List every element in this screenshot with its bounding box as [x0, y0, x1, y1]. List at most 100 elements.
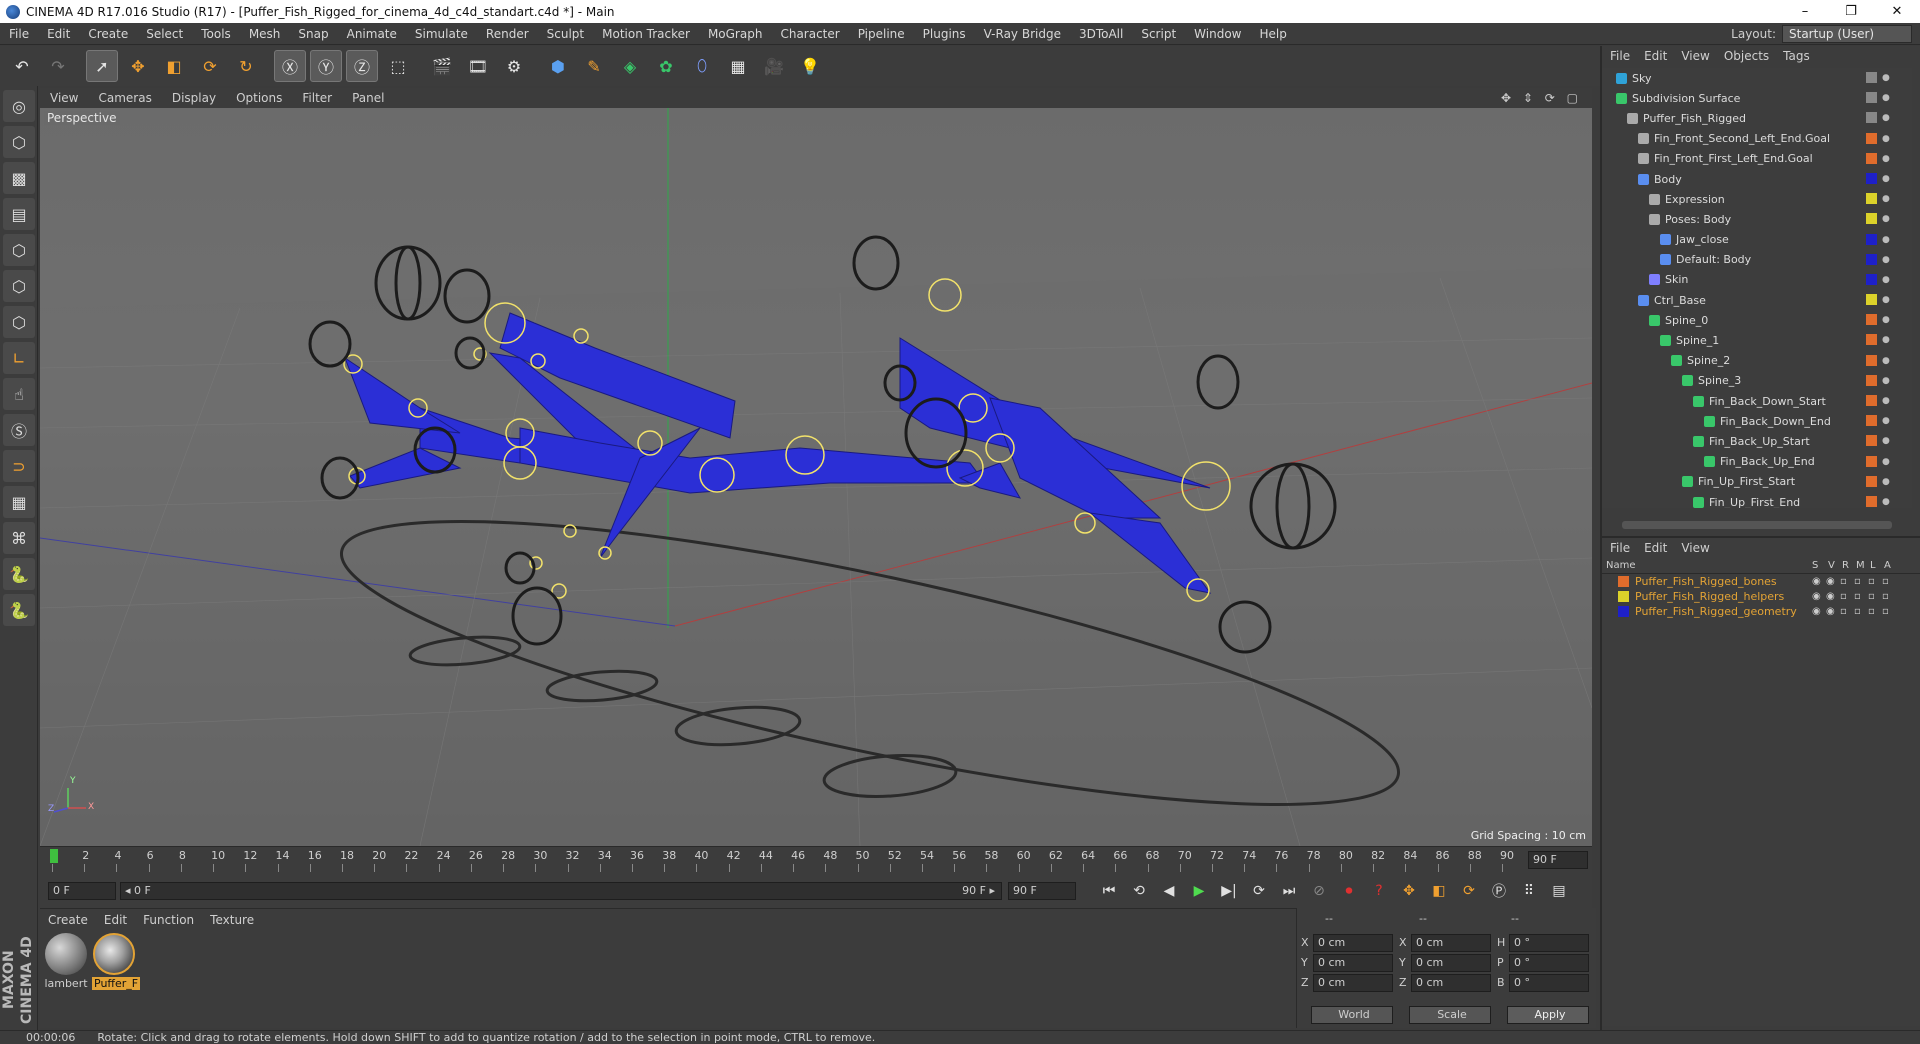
object-row-body[interactable]: Body ●	[1602, 169, 1912, 189]
object-row-default-body[interactable]: Default: Body ●	[1602, 250, 1912, 270]
material-menu-create[interactable]: Create	[48, 913, 88, 927]
layer-color-tag[interactable]	[1866, 213, 1877, 225]
workplane-lock-icon[interactable]: ▦	[3, 486, 35, 518]
layer-color-tag[interactable]	[1866, 233, 1877, 245]
layer-color-tag[interactable]	[1866, 415, 1877, 427]
layer-render-icon[interactable]: ▫	[1840, 591, 1847, 602]
menu-mograph[interactable]: MoGraph	[699, 23, 772, 45]
layer-color-tag[interactable]	[1866, 253, 1877, 265]
python-script-icon[interactable]: 🐍	[3, 558, 35, 590]
object-row-spine-3[interactable]: Spine_3 ●	[1602, 371, 1912, 391]
texture-mode-icon[interactable]: ▩	[3, 162, 35, 194]
layer-animation-icon[interactable]: ▫	[1882, 591, 1889, 602]
deformer-icon[interactable]: ⬯	[686, 50, 718, 82]
menu-tools[interactable]: Tools	[192, 23, 240, 45]
layer-menu-view[interactable]: View	[1681, 541, 1709, 555]
visibility-dot-icon[interactable]: ●	[1882, 255, 1890, 264]
menu-simulate[interactable]: Simulate	[406, 23, 477, 45]
layer-menu-file[interactable]: File	[1610, 541, 1630, 555]
rotate-tool-icon[interactable]: ⟳	[194, 50, 226, 82]
coord-pos-field[interactable]: 0 cm	[1313, 934, 1393, 952]
coord-pos-field[interactable]: 0 cm	[1313, 974, 1393, 992]
layer-color-swatch[interactable]	[1618, 576, 1629, 587]
goto-end-icon[interactable]: ⏭	[1276, 878, 1302, 904]
key-position-icon[interactable]: ✥	[1396, 878, 1422, 904]
object-row-subdivision-surface[interactable]: Subdivision Surface ●	[1602, 88, 1912, 108]
object-row-fin-back-up-end[interactable]: Fin_Back_Up_End ●	[1602, 452, 1912, 472]
viewport-menu-view[interactable]: View	[40, 91, 88, 105]
layer-color-tag[interactable]	[1866, 193, 1877, 205]
cube-primitive-icon[interactable]: ⬢	[542, 50, 574, 82]
layer-color-tag[interactable]	[1866, 132, 1877, 144]
viewport-menu-cameras[interactable]: Cameras	[88, 91, 161, 105]
next-key-icon[interactable]: ⟳	[1246, 878, 1272, 904]
snap-icon[interactable]: Ⓢ	[3, 414, 35, 446]
record-keys-icon[interactable]: ⊘	[1306, 878, 1332, 904]
viewport-navigation-icons[interactable]: ✥ ⇕ ⟳ ▢	[1501, 91, 1582, 105]
range-end-field[interactable]: 90 F	[1008, 882, 1076, 900]
layer-menu-edit[interactable]: Edit	[1644, 541, 1667, 555]
layer-manager-icon[interactable]: ▫	[1854, 576, 1861, 587]
material-puffer[interactable]: Puffer_F	[92, 933, 141, 990]
layer-color-tag[interactable]	[1866, 273, 1877, 285]
visibility-dot-icon[interactable]: ●	[1882, 376, 1890, 385]
goto-start-icon[interactable]: ⏮	[1096, 878, 1122, 904]
menu-pipeline[interactable]: Pipeline	[849, 23, 914, 45]
layer-visible-icon[interactable]: ◉	[1826, 606, 1835, 617]
visibility-dot-icon[interactable]: ●	[1882, 497, 1890, 506]
coord-size-field[interactable]: 0 cm	[1411, 974, 1491, 992]
object-row-spine-0[interactable]: Spine_0 ●	[1602, 310, 1912, 330]
symmetry-icon[interactable]: ⌘	[3, 522, 35, 554]
object-menu-objects[interactable]: Objects	[1724, 49, 1769, 63]
object-menu-file[interactable]: File	[1610, 49, 1630, 63]
last-tool-icon[interactable]: ↻	[230, 50, 262, 82]
visibility-dot-icon[interactable]: ●	[1882, 437, 1890, 446]
visibility-dot-icon[interactable]: ●	[1882, 417, 1890, 426]
x-axis-lock-icon[interactable]: Ⓧ	[274, 50, 306, 82]
autokey-icon[interactable]: ⏺	[1336, 878, 1362, 904]
layer-row[interactable]: Puffer_Fish_Rigged_geometry ◉ ◉ ▫ ▫ ▫ ▫	[1602, 604, 1920, 619]
y-axis-lock-icon[interactable]: Ⓨ	[310, 50, 342, 82]
apply-button[interactable]: Apply	[1507, 1006, 1589, 1024]
visibility-dot-icon[interactable]: ●	[1882, 215, 1890, 224]
layer-color-tag[interactable]	[1866, 294, 1877, 306]
coord-pos-field[interactable]: 0 cm	[1313, 954, 1393, 972]
menu-mesh[interactable]: Mesh	[240, 23, 290, 45]
visibility-dot-icon[interactable]: ●	[1882, 154, 1890, 163]
layer-render-icon[interactable]: ▫	[1840, 606, 1847, 617]
object-row-fin-front-first-left-end-goal[interactable]: Fin_Front_First_Left_End.Goal ●	[1602, 149, 1912, 169]
viewport-menu-filter[interactable]: Filter	[292, 91, 342, 105]
material-lambert[interactable]: lambert	[44, 933, 88, 990]
magnet-icon[interactable]: ⊃	[3, 450, 35, 482]
viewport-menu-options[interactable]: Options	[226, 91, 292, 105]
object-menu-view[interactable]: View	[1681, 49, 1709, 63]
object-row-ctrl-base[interactable]: Ctrl_Base ●	[1602, 290, 1912, 310]
coord-size-field[interactable]: 0 cm	[1411, 954, 1491, 972]
timeline-ruler[interactable]: 0246810121416182022242628303234363840424…	[40, 846, 1592, 874]
layer-locked-icon[interactable]: ▫	[1868, 606, 1875, 617]
keyframe-selection-icon[interactable]: ?	[1366, 878, 1392, 904]
menu-character[interactable]: Character	[771, 23, 848, 45]
visibility-dot-icon[interactable]: ●	[1882, 74, 1890, 83]
object-row-fin-up-first-end[interactable]: Fin_Up_First_End ●	[1602, 492, 1912, 508]
axis-mode-icon[interactable]: ∟	[3, 342, 35, 374]
material-menu-edit[interactable]: Edit	[104, 913, 127, 927]
viewport-menu-display[interactable]: Display	[162, 91, 226, 105]
layer-color-tag[interactable]	[1866, 374, 1877, 386]
polygons-mode-icon[interactable]: ⬡	[3, 306, 35, 338]
object-row-poses-body[interactable]: Poses: Body ●	[1602, 209, 1912, 229]
move-tool-icon[interactable]: ✥	[122, 50, 154, 82]
render-settings-icon[interactable]: ⚙	[498, 50, 530, 82]
layer-manager-icon[interactable]: ▫	[1854, 606, 1861, 617]
menu-plugins[interactable]: Plugins	[914, 23, 975, 45]
object-row-fin-up-first-start[interactable]: Fin_Up_First_Start ●	[1602, 472, 1912, 492]
visibility-dot-icon[interactable]: ●	[1882, 134, 1890, 143]
visibility-dot-icon[interactable]: ●	[1882, 397, 1890, 406]
menu-file[interactable]: File	[0, 23, 38, 45]
layer-row[interactable]: Puffer_Fish_Rigged_helpers ◉ ◉ ▫ ▫ ▫ ▫	[1602, 589, 1920, 604]
visibility-dot-icon[interactable]: ●	[1882, 356, 1890, 365]
visibility-dot-icon[interactable]: ●	[1882, 296, 1890, 305]
undo-button[interactable]: ↶	[6, 50, 38, 82]
python-script-2-icon[interactable]: 🐍	[3, 594, 35, 626]
key-scale-icon[interactable]: ◧	[1426, 878, 1452, 904]
